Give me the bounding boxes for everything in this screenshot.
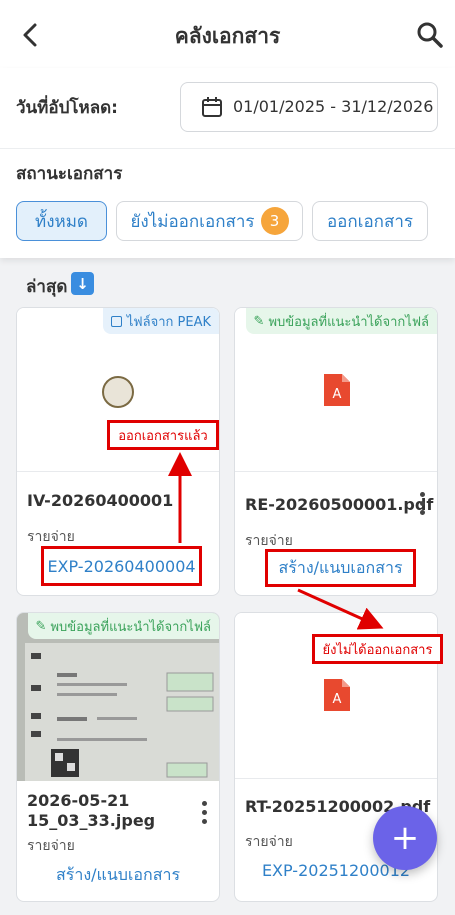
plus-icon: + (390, 818, 420, 858)
tag-text: ไฟล์จาก PEAK (126, 314, 211, 330)
e-document-logo (102, 376, 134, 408)
sort-down-arrow-icon[interactable]: ↓ (71, 272, 94, 295)
pdf-file-icon: A (324, 374, 350, 406)
chip-not-issued[interactable]: ยังไม่ออกเอกสาร 3 (116, 201, 303, 241)
pdf-file-icon: A (324, 679, 350, 711)
chip-all[interactable]: ทั้งหมด (16, 201, 107, 241)
app-header: คลังเอกสาร (0, 0, 455, 68)
suggestion-tag: ✎ พบข้อมูลที่แนะนำได้จากไฟล์ (27, 613, 219, 639)
chip-issued-label: ออกเอกสาร (326, 211, 414, 232)
filter-panel: วันที่อัปโหลด: 01/01/2025 - 31/12/2026 ส… (0, 68, 455, 258)
document-name: IV-20260400001 (27, 491, 174, 510)
peak-file-tag: ไฟล์จาก PEAK (102, 308, 219, 334)
date-range-value: 01/01/2025 - 31/12/2026 (233, 97, 434, 116)
document-name: RE-20260500001.pdf (245, 495, 434, 514)
chip-all-label: ทั้งหมด (35, 211, 88, 232)
add-document-button[interactable]: + (373, 806, 437, 870)
date-range-picker[interactable]: 01/01/2025 - 31/12/2026 (180, 82, 438, 132)
document-type: รายจ่าย (27, 529, 75, 545)
count-badge: 3 (260, 207, 289, 235)
not-issued-annotation: ยังไม่ได้ออกเอกสาร (312, 634, 443, 664)
chip-not-issued-label: ยังไม่ออกเอกสาร (130, 211, 255, 232)
document-card[interactable]: ✎ พบข้อมูลที่แนะนำได้จากไฟล์ 2026-05-21 … (16, 612, 220, 902)
issued-annotation: ออกเอกสารแล้ว (107, 420, 219, 450)
calendar-icon (202, 97, 222, 117)
svg-text:A: A (333, 692, 342, 707)
sort-label[interactable]: ล่าสุด (26, 273, 67, 300)
svg-text:A: A (333, 387, 342, 402)
tag-text: พบข้อมูลที่แนะนำได้จากไฟล์ (268, 314, 429, 330)
document-name-line1: 2026-05-21 (27, 791, 130, 810)
document-type: รายจ่าย (245, 834, 293, 850)
tag-text: พบข้อมูลที่แนะนำได้จากไฟล์ (50, 619, 211, 635)
magic-wand-icon: ✎ (35, 618, 47, 634)
divider (0, 148, 455, 149)
create-attach-link[interactable]: สร้าง/แนบเอกสาร (17, 863, 219, 888)
upload-date-label: วันที่อัปโหลด: (16, 98, 118, 118)
image-icon (110, 315, 122, 327)
more-options-icon[interactable] (415, 490, 429, 518)
document-name-line2: 15_03_33.jpeg (27, 811, 156, 830)
expense-link-highlight[interactable]: EXP-20260400004 (41, 546, 202, 586)
search-icon[interactable] (415, 20, 445, 50)
document-status-label: สถานะเอกสาร (16, 164, 123, 184)
magic-wand-icon: ✎ (253, 313, 265, 329)
create-attach-highlight[interactable]: สร้าง/แนบเอกสาร (265, 549, 416, 587)
chip-issued[interactable]: ออกเอกสาร (312, 201, 428, 241)
suggestion-tag: ✎ พบข้อมูลที่แนะนำได้จากไฟล์ (245, 308, 437, 334)
more-options-icon[interactable] (197, 799, 211, 827)
page-title: คลังเอกสาร (174, 24, 281, 48)
document-type: รายจ่าย (27, 838, 75, 854)
